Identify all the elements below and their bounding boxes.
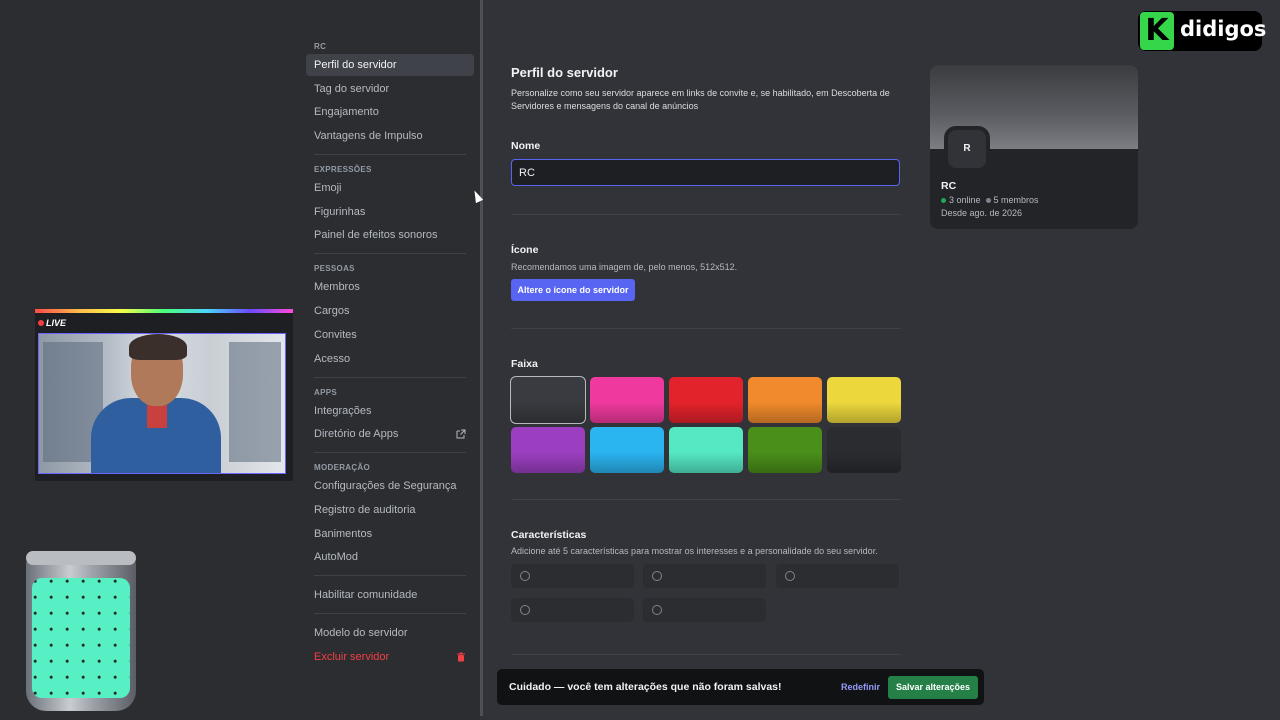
preview-since: Desde ago. de 2026	[941, 208, 1023, 218]
sidebar-item-server-tag[interactable]: Tag do servidor	[306, 78, 474, 100]
section-header-people: Pessoas	[314, 264, 355, 274]
section-divider	[511, 328, 901, 329]
preview-avatar: R	[944, 126, 990, 172]
sidebar-item-delete-server[interactable]: Excluir servidor	[306, 646, 474, 668]
sidebar-item-bans[interactable]: Banimentos	[306, 523, 474, 545]
section-header-moderation: Moderação	[314, 463, 371, 473]
emoji-icon[interactable]	[520, 605, 530, 615]
traits-hint: Adicione até 5 características para most…	[511, 546, 878, 556]
server-name-input[interactable]	[511, 159, 900, 186]
banner-label: Faixa	[511, 358, 538, 370]
section-divider	[511, 214, 901, 215]
name-label: Nome	[511, 140, 541, 152]
webcam-shelf	[229, 342, 281, 462]
banner-swatch[interactable]	[748, 427, 822, 473]
banner-swatch[interactable]	[669, 377, 743, 423]
live-label: LIVE	[46, 318, 67, 328]
jar-contents	[32, 578, 130, 698]
section-divider	[511, 654, 901, 655]
sidebar-separator	[314, 575, 466, 577]
sidebar-divider	[480, 0, 483, 716]
online-dot-icon	[941, 198, 946, 204]
sidebar-separator	[314, 376, 466, 378]
trait-input[interactable]	[776, 564, 899, 588]
external-link-icon	[456, 429, 466, 439]
sidebar-separator	[314, 452, 466, 454]
icon-hint: Recomendamos uma imagem de, pelo menos, …	[511, 262, 738, 272]
banner-swatch[interactable]	[511, 427, 585, 473]
sidebar-item-safety-settings[interactable]: Configurações de Segurança	[306, 475, 474, 497]
preview-stats: 3 online 5 membros	[941, 195, 1039, 205]
sidebar-item-server-profile[interactable]: Perfil do servidor	[306, 54, 474, 76]
reset-button[interactable]: Redefinir	[841, 682, 880, 692]
settings-sidebar: RC Perfil do servidor Tag do servidor En…	[306, 40, 474, 670]
sidebar-item-members[interactable]: Membros	[306, 276, 474, 298]
member-dot-icon	[985, 198, 991, 204]
change-icon-button[interactable]: Altere o ícone do servidor	[511, 279, 635, 301]
sidebar-separator	[314, 253, 466, 255]
unsaved-changes-message: Cuidado — você tem alterações que não fo…	[509, 681, 782, 693]
sidebar-item-boost-perks[interactable]: Vantagens de Impulso	[306, 125, 474, 147]
preview-members: 5 membros	[993, 195, 1039, 205]
banner-swatch[interactable]	[590, 427, 664, 473]
banner-swatch[interactable]	[511, 377, 585, 423]
icon-label: Ícone	[511, 244, 539, 256]
sidebar-separator	[314, 154, 466, 156]
emoji-icon[interactable]	[520, 571, 530, 581]
banner-swatch[interactable]	[669, 427, 743, 473]
live-indicator: LIVE	[38, 318, 66, 328]
trait-input[interactable]	[643, 564, 766, 588]
sidebar-item-stickers[interactable]: Figurinhas	[306, 201, 474, 223]
logo-mark: K	[1140, 12, 1174, 50]
webcam-video	[38, 333, 286, 474]
save-changes-button[interactable]: Salvar alterações	[888, 676, 978, 699]
page-description: Personalize como seu servidor aparece em…	[511, 88, 890, 111]
preview-server-name: RC	[941, 180, 957, 192]
section-header-apps: Apps	[314, 387, 337, 397]
trait-input[interactable]	[511, 564, 634, 588]
section-header-server: RC	[314, 42, 327, 51]
sidebar-item-access[interactable]: Acesso	[306, 348, 474, 370]
sidebar-item-enable-community[interactable]: Habilitar comunidade	[306, 584, 474, 606]
emoji-icon[interactable]	[652, 605, 662, 615]
sidebar-item-soundboard[interactable]: Painel de efeitos sonoros	[306, 224, 474, 246]
trait-input[interactable]	[511, 598, 634, 622]
trash-icon	[457, 652, 465, 662]
traits-label: Características	[511, 529, 587, 541]
sidebar-separator	[314, 613, 466, 615]
banner-swatch[interactable]	[748, 377, 822, 423]
emoji-icon[interactable]	[785, 571, 795, 581]
preview-online: 3 online	[949, 195, 981, 205]
banner-swatch[interactable]	[590, 377, 664, 423]
sidebar-item-audit-log[interactable]: Registro de auditoria	[306, 499, 474, 521]
jar-rim	[26, 551, 136, 565]
sidebar-item-integrations[interactable]: Integrações	[306, 400, 474, 422]
page-title: Perfil do servidor	[511, 65, 618, 80]
live-dot-icon	[38, 320, 44, 326]
banner-swatch[interactable]	[827, 377, 901, 423]
section-header-expressions: Expressões	[314, 165, 372, 175]
sidebar-item-invites[interactable]: Convites	[306, 324, 474, 346]
sidebar-item-label: Diretório de Apps	[314, 428, 399, 441]
sidebar-item-engagement[interactable]: Engajamento	[306, 101, 474, 123]
section-divider	[511, 499, 901, 500]
webcam-person-hair	[129, 334, 187, 360]
sidebar-item-emoji[interactable]: Emoji	[306, 177, 474, 199]
trait-input[interactable]	[643, 598, 766, 622]
banner-swatch[interactable]	[827, 427, 901, 473]
sidebar-item-app-directory[interactable]: Diretório de Apps	[306, 423, 474, 445]
sidebar-item-server-template[interactable]: Modelo do servidor	[306, 622, 474, 644]
logo-text: didigos	[1180, 17, 1267, 41]
sidebar-item-automod[interactable]: AutoMod	[306, 546, 474, 568]
sidebar-item-roles[interactable]: Cargos	[306, 300, 474, 322]
sidebar-item-label: Excluir servidor	[314, 650, 390, 663]
emoji-icon[interactable]	[652, 571, 662, 581]
